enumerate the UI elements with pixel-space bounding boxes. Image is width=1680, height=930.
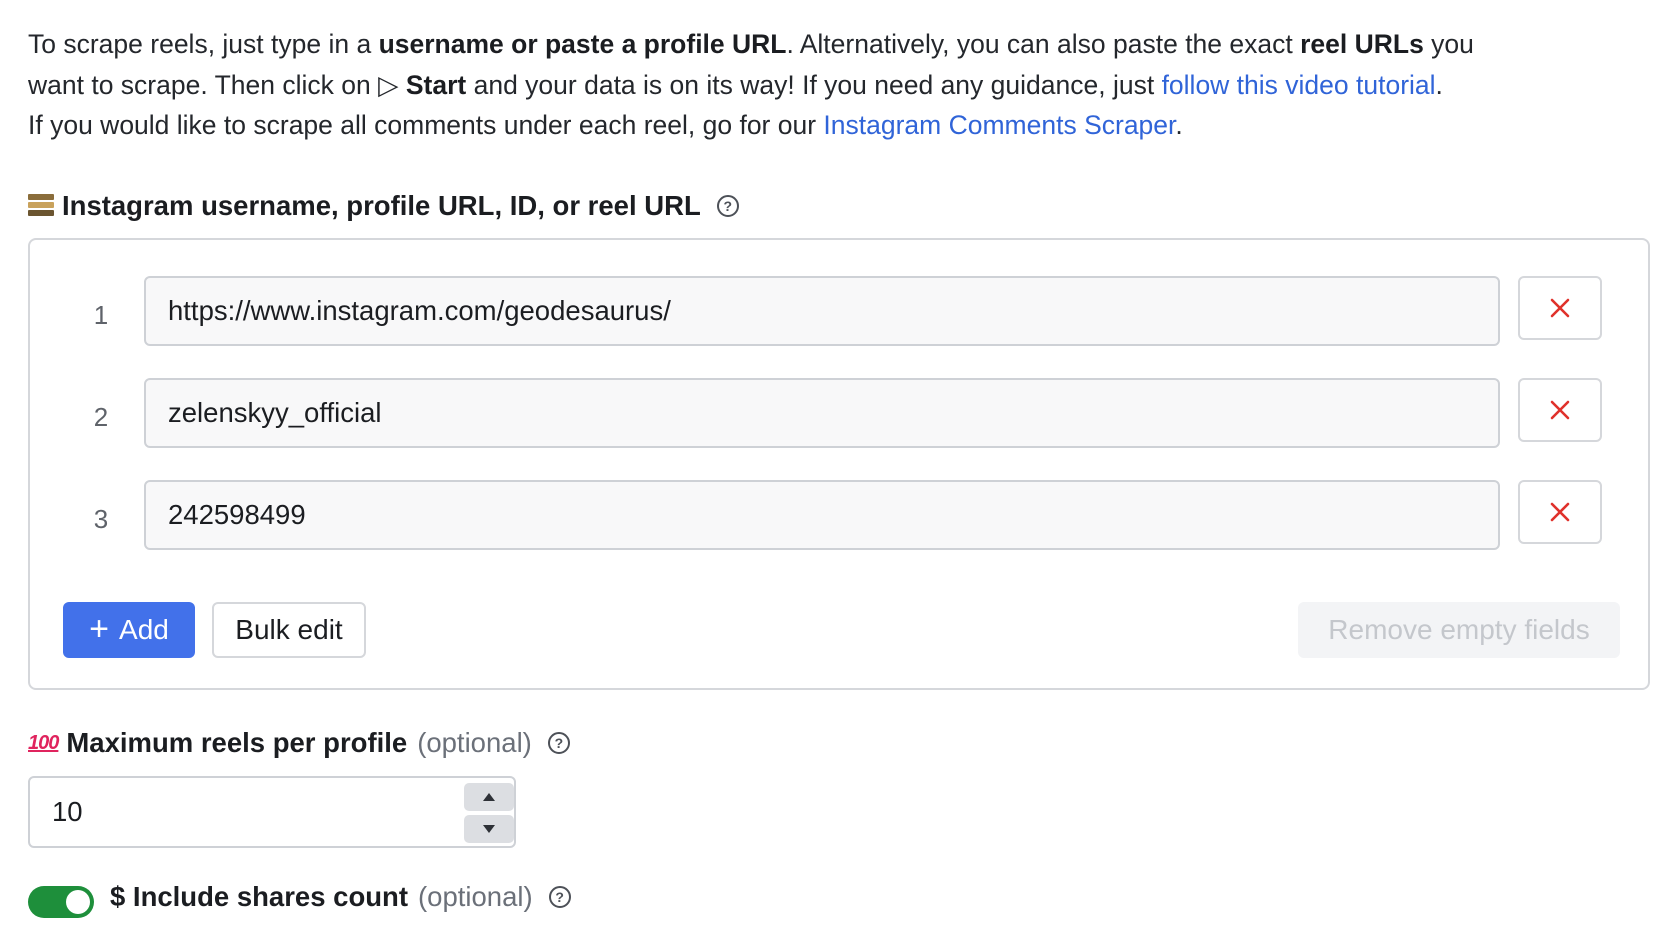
hundred-points-icon: 100 xyxy=(28,731,59,754)
close-icon xyxy=(1550,502,1570,522)
intro-line-3: If you would like to scrape all comments… xyxy=(28,105,1648,146)
help-icon[interactable]: ? xyxy=(548,886,571,908)
remove-empty-fields-button[interactable]: Remove empty fields xyxy=(1298,602,1620,658)
play-icon: ▷ xyxy=(378,69,399,100)
row-number: 2 xyxy=(93,402,109,432)
max-reels-number-input[interactable]: 10 xyxy=(28,776,516,848)
help-icon[interactable]: ? xyxy=(716,195,739,217)
username-input-value: 242598499 xyxy=(168,499,306,530)
max-reels-field-label: 100 Maximum reels per profile (optional)… xyxy=(28,727,570,759)
optional-tag: (optional) xyxy=(418,881,533,912)
intro-text: To scrape reels, just type in a username… xyxy=(28,24,1648,146)
username-input[interactable]: zelenskyy_official xyxy=(144,378,1500,448)
row-number: 1 xyxy=(93,300,109,330)
help-icon[interactable]: ? xyxy=(547,732,570,754)
intro-bold-username: username or paste a profile URL xyxy=(378,29,787,59)
bulk-edit-button[interactable]: Bulk edit xyxy=(212,602,366,658)
intro-line-2: want to scrape. Then click on ▷ Start an… xyxy=(28,65,1648,106)
plus-icon: + xyxy=(89,609,110,648)
intro-text-segment: you xyxy=(1423,29,1474,59)
usernames-label-text: Instagram username, profile URL, ID, or … xyxy=(62,190,701,221)
row-number: 3 xyxy=(93,504,109,534)
decrement-button[interactable] xyxy=(464,815,514,843)
video-tutorial-link[interactable]: follow this video tutorial xyxy=(1162,70,1436,100)
intro-text-segment: and your data is on its way! If you need… xyxy=(466,69,1162,100)
remove-empty-label: Remove empty fields xyxy=(1328,614,1590,645)
intro-bold-start: Start xyxy=(405,69,467,100)
optional-tag: (optional) xyxy=(417,727,532,758)
comments-scraper-link[interactable]: Instagram Comments Scraper xyxy=(823,110,1175,140)
input-form-page: To scrape reels, just type in a username… xyxy=(0,0,1680,930)
remove-row-button[interactable] xyxy=(1518,276,1602,340)
intro-text-segment: . Alternatively, you can also paste the … xyxy=(786,29,1301,59)
username-input-value: https://www.instagram.com/geodesaurus/ xyxy=(168,295,671,326)
intro-text-segment: want to scrape. Then click on xyxy=(28,69,379,100)
max-reels-label-text: Maximum reels per profile xyxy=(66,727,408,758)
close-icon xyxy=(1550,400,1570,420)
film-frames-icon xyxy=(28,194,54,218)
include-shares-toggle[interactable] xyxy=(28,886,94,918)
intro-bold-reel-urls: reel URLs xyxy=(1300,29,1424,59)
username-input[interactable]: https://www.instagram.com/geodesaurus/ xyxy=(144,276,1500,346)
include-shares-label-text: $ Include shares count xyxy=(110,881,409,912)
username-input-value: zelenskyy_official xyxy=(168,397,382,428)
toggle-knob xyxy=(66,890,90,914)
increment-button[interactable] xyxy=(464,783,514,811)
intro-line-1: To scrape reels, just type in a username… xyxy=(28,24,1648,65)
add-button-label: Add xyxy=(119,614,169,645)
username-input[interactable]: 242598499 xyxy=(144,480,1500,550)
usernames-field-label: Instagram username, profile URL, ID, or … xyxy=(28,190,739,222)
intro-text-segment: To scrape reels, just type in a xyxy=(28,29,379,59)
remove-row-button[interactable] xyxy=(1518,378,1602,442)
add-row-button[interactable]: + Add xyxy=(63,602,195,658)
close-icon xyxy=(1550,298,1570,318)
max-reels-value: 10 xyxy=(52,796,83,827)
bulk-edit-label: Bulk edit xyxy=(235,614,343,645)
intro-text-segment: . xyxy=(1175,110,1183,140)
caret-up-icon xyxy=(483,793,495,801)
remove-row-button[interactable] xyxy=(1518,480,1602,544)
intro-text-segment: If you would like to scrape all comments… xyxy=(28,110,824,140)
intro-text-segment: . xyxy=(1435,69,1443,100)
include-shares-field-label: $ Include shares count (optional) ? xyxy=(110,881,571,913)
caret-down-icon xyxy=(483,825,495,833)
